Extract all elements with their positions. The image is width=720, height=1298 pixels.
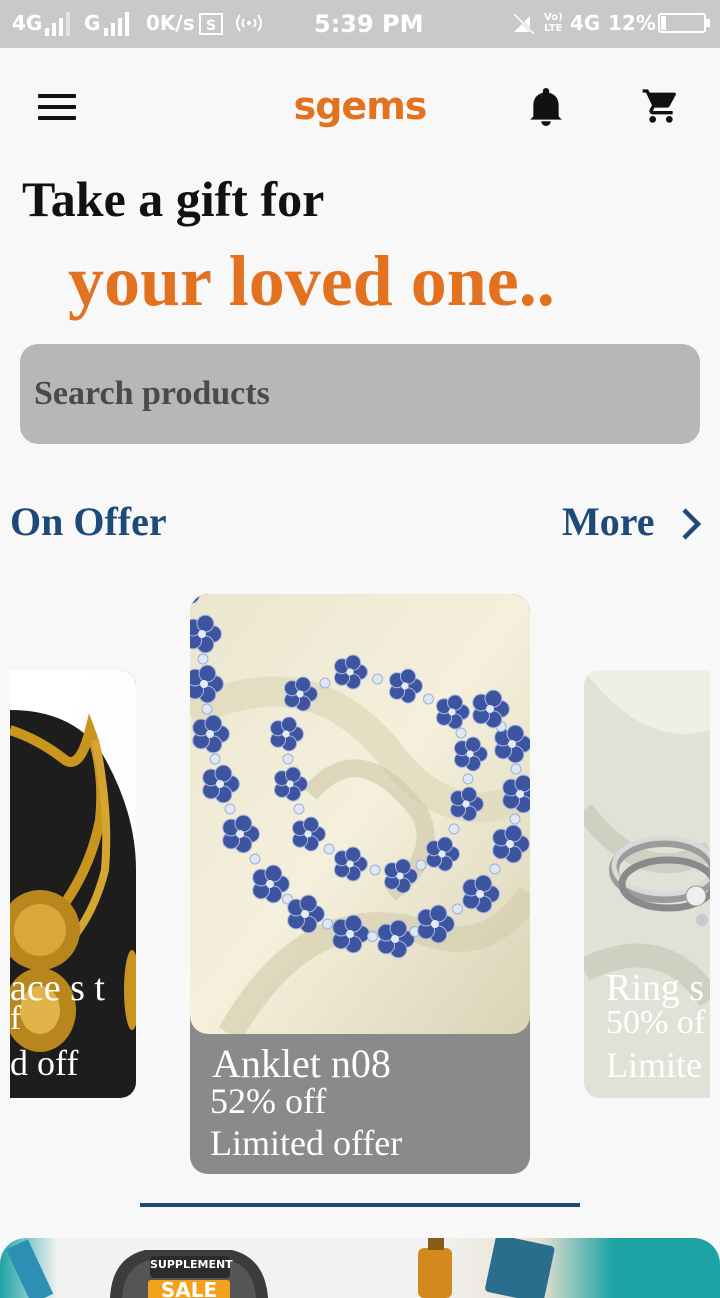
app-bar: sgems bbox=[0, 48, 720, 158]
anklet-bead bbox=[201, 703, 213, 715]
anklet-bead bbox=[282, 753, 294, 765]
product-tag: d off bbox=[10, 1043, 79, 1083]
offer-card-necklace[interactable]: ace s t f d off bbox=[10, 670, 136, 1098]
hotspot-icon bbox=[236, 14, 262, 32]
data-speed: 0K/s bbox=[146, 11, 195, 35]
anklet-bead bbox=[448, 823, 460, 835]
clock: 5:39 PM bbox=[314, 10, 424, 38]
anklet-bead bbox=[462, 773, 474, 785]
hero-line-1: Take a gift for bbox=[22, 171, 325, 227]
card-caption: ace s t f d off bbox=[10, 966, 136, 1098]
banner-graphic bbox=[6, 1238, 555, 1298]
product-discount: 52% off bbox=[210, 1081, 327, 1121]
promo-banner[interactable]: SUPPLEMENT SALE bbox=[0, 1238, 720, 1298]
status-bar: 4G G 0K/s S 5:39 PM Vo) LTE 4G 12% bbox=[0, 0, 720, 48]
product-name: ace s t bbox=[10, 967, 105, 1009]
signal-icon bbox=[45, 12, 70, 36]
anklet-bead bbox=[369, 864, 381, 876]
anklet-bead bbox=[367, 931, 378, 942]
product-tag: Limite bbox=[606, 1045, 702, 1085]
network-type-2: G bbox=[84, 11, 101, 35]
product-tag: Limited offer bbox=[210, 1123, 403, 1163]
anklet-bead bbox=[489, 863, 501, 875]
offer-card-anklet[interactable]: Anklet n08 52% off Limited offer bbox=[190, 594, 530, 1174]
product-discount: 50% of bbox=[606, 1004, 706, 1041]
anklet-bead bbox=[452, 903, 463, 915]
volte-indicator: Vo) LTE bbox=[544, 12, 563, 34]
anklet-bead bbox=[372, 673, 383, 685]
anklet-bead bbox=[323, 843, 335, 855]
anklet-bead bbox=[224, 803, 236, 815]
banner-badge-top: SUPPLEMENT bbox=[150, 1258, 233, 1271]
anklet-flower bbox=[502, 774, 530, 814]
anklet-image bbox=[190, 594, 530, 1034]
card-caption: Anklet n08 52% off Limited offer bbox=[190, 1034, 530, 1174]
anklet-bead bbox=[455, 727, 467, 739]
network-type-3: 4G bbox=[570, 11, 601, 35]
anklet-bead bbox=[423, 693, 434, 705]
anklet-bead bbox=[209, 753, 221, 765]
hero-line-2: your loved one.. bbox=[68, 241, 555, 321]
anklet-bead bbox=[415, 859, 427, 871]
signal-icon-2 bbox=[104, 12, 129, 36]
card-caption: Ring s 50% of Limite bbox=[584, 966, 710, 1098]
battery-percent: 12% bbox=[608, 11, 656, 35]
anklet-bead bbox=[319, 677, 331, 689]
anklet-bead bbox=[510, 763, 522, 775]
bell-icon[interactable] bbox=[527, 86, 565, 128]
banner-badge-main: SALE bbox=[160, 1278, 218, 1298]
chevron-right-icon[interactable] bbox=[678, 506, 704, 542]
battery-icon bbox=[658, 13, 706, 33]
anklet-bead bbox=[293, 803, 305, 815]
mute-icon bbox=[512, 12, 536, 36]
screenshot-icon: S bbox=[199, 13, 223, 35]
network-type-1: 4G bbox=[12, 11, 43, 35]
cart-icon[interactable] bbox=[640, 86, 682, 126]
battery-tip bbox=[706, 19, 710, 27]
svg-text:S: S bbox=[206, 18, 216, 34]
more-link[interactable]: More bbox=[562, 498, 655, 545]
anklet-bead bbox=[249, 853, 261, 865]
anklet-bead bbox=[509, 813, 521, 825]
app-logo: sgems bbox=[293, 84, 428, 128]
anklet-bead bbox=[197, 653, 209, 665]
offer-card-ring[interactable]: Ring s 50% of Limite bbox=[584, 670, 710, 1098]
anklet-bead bbox=[322, 918, 333, 930]
search-input[interactable]: Search products bbox=[20, 344, 700, 444]
product-discount: f bbox=[10, 1000, 22, 1037]
section-title-on-offer: On Offer bbox=[10, 499, 167, 544]
carousel-indicator bbox=[140, 1203, 580, 1207]
